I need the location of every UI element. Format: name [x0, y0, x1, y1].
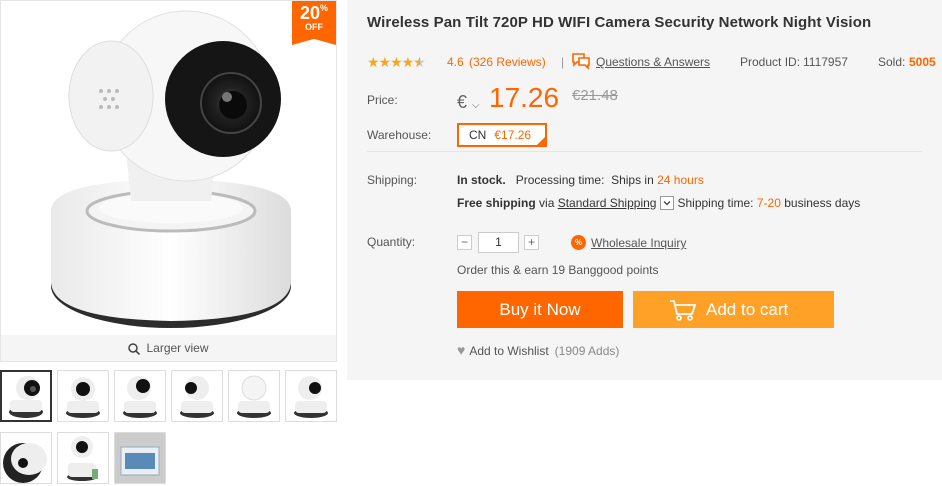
percent-icon: %: [571, 235, 586, 250]
discount-percent: 20: [299, 3, 320, 23]
quantity-minus-button[interactable]: −: [457, 235, 472, 250]
buy-now-button[interactable]: Buy it Now: [457, 291, 623, 328]
rating-row: ★★★★★ ★ 4.6 (326 Reviews) | Questions & A…: [367, 53, 942, 70]
thumbnail[interactable]: [0, 370, 52, 422]
product-info-panel: Wireless Pan Tilt 720P HD WIFI Camera Se…: [347, 0, 942, 380]
product-id-label: Product ID:: [740, 55, 801, 69]
heart-icon: ♥: [457, 342, 466, 358]
add-to-cart-button[interactable]: Add to cart: [633, 291, 834, 328]
processing-hours: 24 hours: [657, 173, 704, 187]
thumbnail[interactable]: [57, 432, 109, 484]
free-shipping: Free shipping: [457, 196, 536, 210]
discount-badge: 20% OFF: [292, 1, 336, 45]
warehouse-label: Warehouse:: [367, 128, 432, 142]
sold-label: Sold:: [878, 55, 906, 69]
camera-image: [51, 10, 291, 328]
product-title: Wireless Pan Tilt 720P HD WIFI Camera Se…: [367, 14, 872, 31]
chat-bubble-icon: [572, 53, 590, 70]
thumbnail[interactable]: [57, 370, 109, 422]
shipping-method-link[interactable]: Standard Shipping: [558, 196, 657, 210]
thumbnail[interactable]: [0, 432, 52, 484]
separator: |: [561, 55, 565, 69]
rating-value: 4.6: [447, 55, 464, 69]
shipping-days: 7-20: [756, 196, 781, 210]
quantity-input[interactable]: 1: [478, 232, 519, 253]
main-product-image[interactable]: 20% OFF Larger view: [0, 0, 337, 362]
currency-symbol: €: [457, 92, 468, 112]
chevron-down-icon: [664, 200, 671, 206]
star-rating-icon: ★★★★★ ★: [367, 54, 426, 70]
shipping-method-line: Free shipping via Standard Shipping Shipp…: [457, 195, 861, 211]
processing-label: Processing time:: [515, 173, 605, 187]
add-to-cart-label: Add to cart: [706, 300, 789, 319]
stock-status: In stock.: [457, 173, 506, 187]
old-price: €21.48: [572, 87, 618, 104]
wishlist-count: (1909 Adds): [554, 344, 620, 358]
stock-line: In stock. Processing time: Ships in 24 h…: [457, 173, 704, 187]
check-icon: ✓: [539, 133, 546, 142]
wishlist-label: Add to Wishlist: [469, 344, 549, 358]
discount-percent-sign: %: [320, 3, 329, 13]
wholesale-inquiry-link[interactable]: Wholesale Inquiry: [591, 236, 686, 250]
shipping-dropdown-button[interactable]: [660, 195, 675, 210]
cart-icon: [670, 300, 697, 321]
points-text: Order this & earn 19 Banggood points: [457, 263, 659, 277]
quantity-plus-button[interactable]: +: [524, 235, 539, 250]
thumbnail[interactable]: [228, 370, 280, 422]
wishlist-row[interactable]: ♥ Add to Wishlist (1909 Adds): [457, 342, 619, 358]
price-label: Price:: [367, 93, 398, 107]
larger-view-button[interactable]: Larger view: [1, 335, 336, 361]
reviews-link[interactable]: (326 Reviews): [469, 55, 546, 69]
magnifier-icon: [128, 343, 141, 355]
shipping-time-label: Shipping time:: [677, 196, 754, 210]
current-price: 17.26: [489, 82, 560, 113]
thumbnail[interactable]: [171, 370, 223, 422]
thumbnail[interactable]: [114, 370, 166, 422]
discount-off-label: OFF: [305, 22, 323, 32]
larger-view-label: Larger view: [146, 341, 209, 355]
ships-in-text: Ships in: [611, 173, 654, 187]
shipping-days-suffix: business days: [784, 196, 861, 210]
currency-selector[interactable]: € ⌵: [457, 92, 480, 113]
sold-count: 5005: [909, 55, 936, 69]
via-text: via: [539, 196, 555, 210]
questions-answers-link[interactable]: Questions & Answers: [596, 55, 710, 69]
warehouse-option-cn[interactable]: CN €17.26 ✓: [457, 123, 547, 147]
product-id: 1117957: [803, 55, 848, 69]
quantity-label: Quantity:: [367, 235, 416, 249]
warehouse-code: CN: [469, 128, 487, 142]
thumbnail[interactable]: [114, 432, 166, 484]
price-block: Price: € ⌵ 17.26 €21.48: [367, 80, 922, 152]
shipping-label: Shipping:: [367, 173, 418, 187]
warehouse-price: €17.26: [494, 128, 532, 142]
thumbnail[interactable]: [285, 370, 337, 422]
chevron-down-icon: ⌵: [472, 100, 480, 111]
